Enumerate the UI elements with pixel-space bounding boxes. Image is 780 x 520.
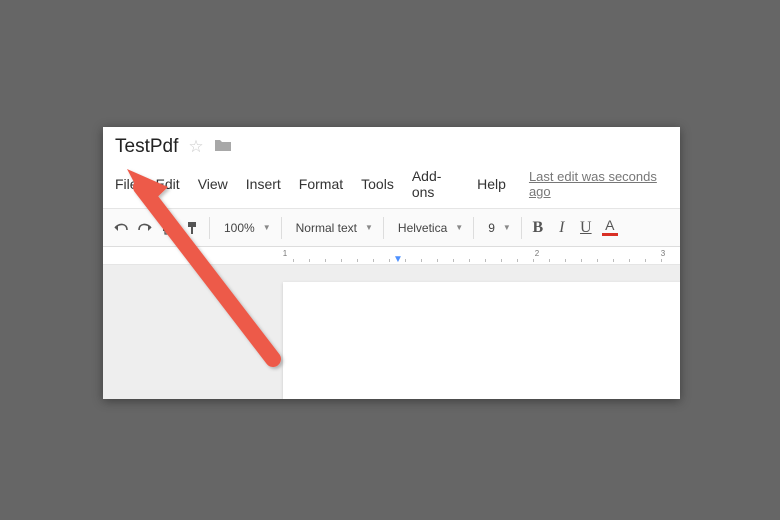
menu-addons[interactable]: Add-ons: [403, 166, 468, 202]
ruler-tick: [293, 259, 294, 262]
ruler-tick: [453, 259, 454, 262]
print-button[interactable]: [157, 214, 181, 242]
menu-help[interactable]: Help: [468, 174, 515, 194]
menu-file[interactable]: File: [115, 174, 147, 194]
fontsize-value: 9: [488, 221, 495, 235]
star-icon[interactable]: ☆: [188, 137, 203, 157]
textcolor-bar: [602, 233, 618, 236]
ruler-tick: [421, 259, 422, 262]
menu-insert[interactable]: Insert: [237, 174, 290, 194]
ruler-tick: [565, 259, 566, 262]
ruler-tick: [485, 259, 486, 262]
docs-window: TestPdf ☆ File Edit View Insert Format T…: [103, 127, 680, 399]
ruler-mark: 2: [535, 249, 539, 258]
ruler-tick: [389, 259, 390, 262]
ruler-tick: [325, 259, 326, 262]
italic-button[interactable]: I: [550, 214, 574, 242]
separator: [209, 217, 210, 239]
ruler-tick: [661, 259, 662, 262]
text-color-button[interactable]: A: [598, 214, 622, 242]
ruler-tick: [613, 259, 614, 262]
menu-edit[interactable]: Edit: [147, 174, 189, 194]
style-value: Normal text: [296, 221, 357, 235]
ruler-tick: [341, 259, 342, 262]
ruler-tick: [597, 259, 598, 262]
redo-button[interactable]: [133, 214, 157, 242]
ruler-tick: [517, 259, 518, 262]
document-page[interactable]: [283, 282, 680, 399]
undo-button[interactable]: [109, 214, 133, 242]
zoom-dropdown[interactable]: 100% ▼: [214, 214, 277, 242]
ruler-tick: [501, 259, 502, 262]
caret-down-icon: ▼: [503, 223, 511, 232]
ruler-tick: [469, 259, 470, 262]
separator: [281, 217, 282, 239]
bold-button[interactable]: B: [526, 214, 550, 242]
ruler-tick: [645, 259, 646, 262]
paint-format-button[interactable]: [181, 214, 205, 242]
toolbar: 100% ▼ Normal text ▼ Helvetica ▼ 9 ▼ B I…: [103, 209, 680, 247]
ruler-tick: [581, 259, 582, 262]
font-dropdown[interactable]: Helvetica ▼: [388, 214, 469, 242]
caret-down-icon: ▼: [455, 223, 463, 232]
menubar: File Edit View Insert Format Tools Add-o…: [103, 162, 680, 209]
folder-icon[interactable]: [214, 137, 232, 157]
menu-format[interactable]: Format: [290, 174, 352, 194]
underline-button[interactable]: U: [574, 214, 598, 242]
separator: [473, 217, 474, 239]
ruler-tick: [373, 259, 374, 262]
document-canvas: [103, 265, 680, 399]
titlebar: TestPdf ☆: [103, 127, 680, 162]
last-edit-link[interactable]: Last edit was seconds ago: [529, 169, 668, 199]
menu-view[interactable]: View: [189, 174, 237, 194]
fontsize-dropdown[interactable]: 9 ▼: [478, 214, 517, 242]
ruler-mark: 1: [283, 249, 287, 258]
style-dropdown[interactable]: Normal text ▼: [286, 214, 379, 242]
ruler[interactable]: 1 ▼ 2 3: [103, 247, 680, 265]
font-value: Helvetica: [398, 221, 447, 235]
ruler-tick: [629, 259, 630, 262]
document-title[interactable]: TestPdf: [115, 136, 178, 158]
caret-down-icon: ▼: [263, 223, 271, 232]
caret-down-icon: ▼: [365, 223, 373, 232]
ruler-mark: 3: [661, 249, 665, 258]
ruler-tick: [405, 259, 406, 262]
separator: [383, 217, 384, 239]
ruler-tick: [549, 259, 550, 262]
textcolor-letter: A: [605, 219, 614, 231]
ruler-tick: [533, 259, 534, 262]
ruler-tick: [357, 259, 358, 262]
zoom-value: 100%: [224, 221, 255, 235]
ruler-tick: [309, 259, 310, 262]
ruler-tick: [437, 259, 438, 262]
separator: [521, 217, 522, 239]
indent-marker-icon[interactable]: ▼: [393, 254, 403, 265]
menu-tools[interactable]: Tools: [352, 174, 403, 194]
